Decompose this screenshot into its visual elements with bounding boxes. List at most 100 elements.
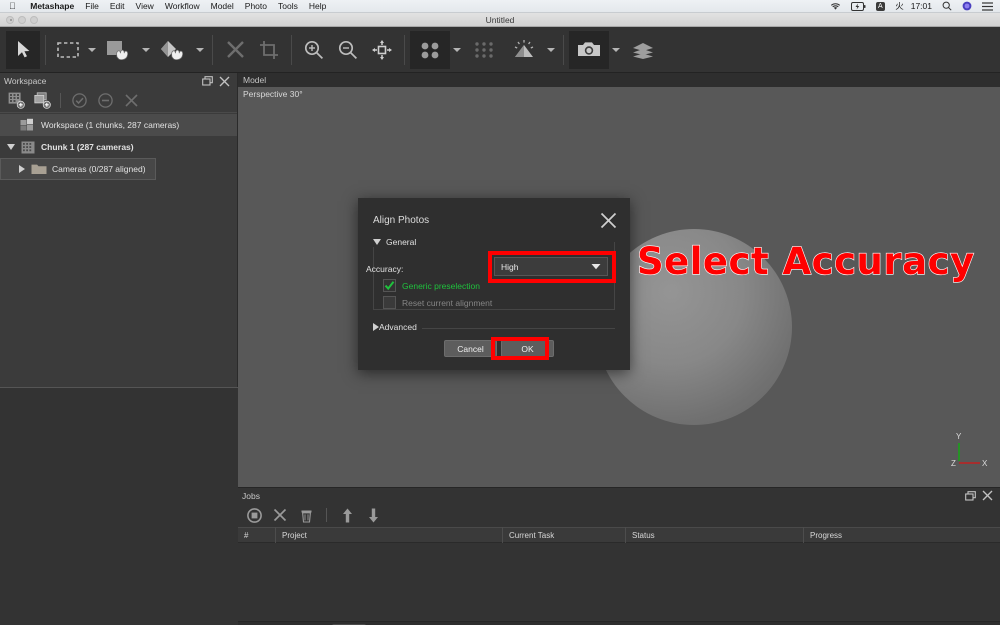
jobs-col-status[interactable]: Status — [626, 527, 804, 543]
menu-file[interactable]: File — [80, 1, 105, 11]
input-source-indicator[interactable]: A — [871, 1, 891, 11]
tree-item-chunk[interactable]: Chunk 1 (287 cameras) — [0, 136, 237, 158]
jobs-col-progress[interactable]: Progress — [804, 527, 1000, 543]
tree-item-workspace[interactable]: Workspace (1 chunks, 287 cameras) — [0, 114, 237, 136]
axis-gizmo: Y Z X — [946, 427, 992, 477]
rectangle-select-tool[interactable] — [51, 31, 85, 69]
tree-item-label: Workspace (1 chunks, 287 cameras) — [41, 120, 180, 130]
jobs-col-current-task[interactable]: Current Task — [503, 527, 626, 543]
checkbox-label: Reset current alignment — [402, 297, 493, 308]
trash-icon[interactable] — [296, 505, 316, 525]
close-icon[interactable] — [598, 210, 618, 230]
move-object-dropdown[interactable] — [139, 31, 153, 69]
general-section-label: General — [386, 237, 417, 247]
cancel-button[interactable]: Cancel — [444, 340, 497, 357]
shaded-model-dropdown[interactable] — [544, 31, 558, 69]
cancel-icon[interactable] — [270, 505, 290, 525]
undock-icon[interactable] — [962, 490, 979, 501]
control-center-icon[interactable] — [977, 1, 1000, 11]
advanced-section-header[interactable]: Advanced — [373, 322, 422, 332]
tree-item-label: Chunk 1 (287 cameras) — [41, 142, 134, 152]
svg-text:X: X — [982, 459, 988, 468]
add-chunk-icon[interactable] — [5, 91, 27, 111]
checkbox-box — [383, 296, 396, 309]
undock-icon[interactable] — [199, 76, 216, 86]
menu-view[interactable]: View — [130, 1, 159, 11]
wifi-icon[interactable] — [825, 2, 846, 11]
reset-current-alignment-checkbox[interactable]: Reset current alignment — [383, 296, 492, 309]
menu-app-name[interactable]: Metashape — [25, 1, 80, 11]
menu-model[interactable]: Model — [205, 1, 239, 11]
tree-item-label: Cameras (0/287 aligned) — [52, 164, 146, 174]
crop-selection-tool[interactable] — [252, 31, 286, 69]
shaded-model-view[interactable] — [504, 31, 544, 69]
generic-preselection-checkbox[interactable]: Generic preselection — [383, 279, 480, 292]
jobs-col-project[interactable]: Project — [276, 527, 503, 543]
toolbar-separator — [45, 34, 46, 65]
jobs-panel-title: Jobs — [242, 490, 260, 501]
menu-edit[interactable]: Edit — [104, 1, 130, 11]
camera-view-dropdown[interactable] — [609, 31, 623, 69]
jobs-list-body[interactable] — [238, 543, 1000, 609]
jobs-column-headers: # Project Current Task Status Progress — [238, 527, 1000, 543]
folder-icon — [29, 163, 49, 175]
menu-photo[interactable]: Photo — [239, 1, 272, 11]
workspace-toolbar — [0, 89, 237, 113]
jobs-col-index[interactable]: # — [238, 527, 276, 543]
tree-item-cameras[interactable]: Cameras (0/287 aligned) — [0, 158, 156, 180]
battery-charging-icon[interactable] — [846, 1, 871, 11]
menu-help[interactable]: Help — [303, 1, 331, 11]
close-icon[interactable] — [979, 490, 996, 501]
menu-tools[interactable]: Tools — [273, 1, 304, 11]
viewport-label: Model — [238, 73, 1000, 87]
svg-text:Z: Z — [951, 459, 956, 468]
annotation-text: Select Accuracy — [636, 239, 975, 283]
application-window:  Metashape File Edit View Workflow Mode… — [0, 0, 1000, 625]
zoom-in-tool[interactable] — [297, 31, 331, 69]
tiled-model-view[interactable] — [623, 31, 663, 69]
enable-icon[interactable] — [68, 91, 90, 111]
close-icon[interactable] — [216, 76, 233, 87]
window-title-bar: Untitled — [0, 13, 1000, 27]
move-up-icon[interactable] — [337, 505, 357, 525]
chevron-down-icon — [142, 47, 150, 52]
rectangle-select-dropdown[interactable] — [85, 31, 99, 69]
point-cloud-view[interactable] — [410, 30, 450, 69]
select-arrow-tool[interactable] — [6, 30, 40, 69]
viewport-projection-label: Perspective 30° — [243, 89, 303, 99]
zoom-out-tool[interactable] — [331, 31, 365, 69]
siri-icon[interactable] — [957, 1, 977, 11]
chunk-icon — [18, 141, 38, 154]
rotate-object-dropdown[interactable] — [193, 31, 207, 69]
chunk-expander[interactable] — [4, 144, 18, 150]
apple-icon[interactable]:  — [0, 1, 25, 11]
move-object-tool[interactable] — [99, 31, 139, 69]
bottom-tab-bar: Photos Console Jobs — [238, 621, 1000, 625]
point-cloud-dropdown[interactable] — [450, 31, 464, 69]
ok-highlight-box — [491, 337, 549, 360]
remove-icon[interactable] — [120, 91, 142, 111]
rotate-object-tool[interactable] — [153, 31, 193, 69]
search-icon[interactable] — [937, 1, 957, 11]
general-section-header[interactable]: General — [373, 237, 422, 247]
add-photos-icon[interactable] — [31, 91, 53, 111]
stop-icon[interactable] — [244, 505, 264, 525]
chevron-down-icon — [453, 47, 461, 52]
chevron-down-icon — [373, 239, 381, 245]
disable-icon[interactable] — [94, 91, 116, 111]
svg-text:Y: Y — [956, 432, 962, 441]
toolbar-separator — [563, 34, 564, 65]
advanced-section-label: Advanced — [379, 322, 417, 332]
move-down-icon[interactable] — [363, 505, 383, 525]
reset-view-tool[interactable] — [365, 31, 399, 69]
dense-cloud-view[interactable] — [464, 31, 504, 69]
workspace-panel: Workspace Workspace (1 chunks, 287 camer… — [0, 73, 238, 625]
chevron-down-icon — [612, 47, 620, 52]
cameras-expander[interactable] — [15, 165, 29, 173]
delete-selection-tool[interactable] — [218, 31, 252, 69]
clock-time[interactable]: 17:01 — [909, 1, 937, 11]
checkbox-label: Generic preselection — [402, 280, 480, 291]
menu-workflow[interactable]: Workflow — [159, 1, 205, 11]
jobs-panel: Jobs # Project Current Task Status Progr… — [238, 487, 1000, 625]
camera-view[interactable] — [569, 30, 609, 69]
